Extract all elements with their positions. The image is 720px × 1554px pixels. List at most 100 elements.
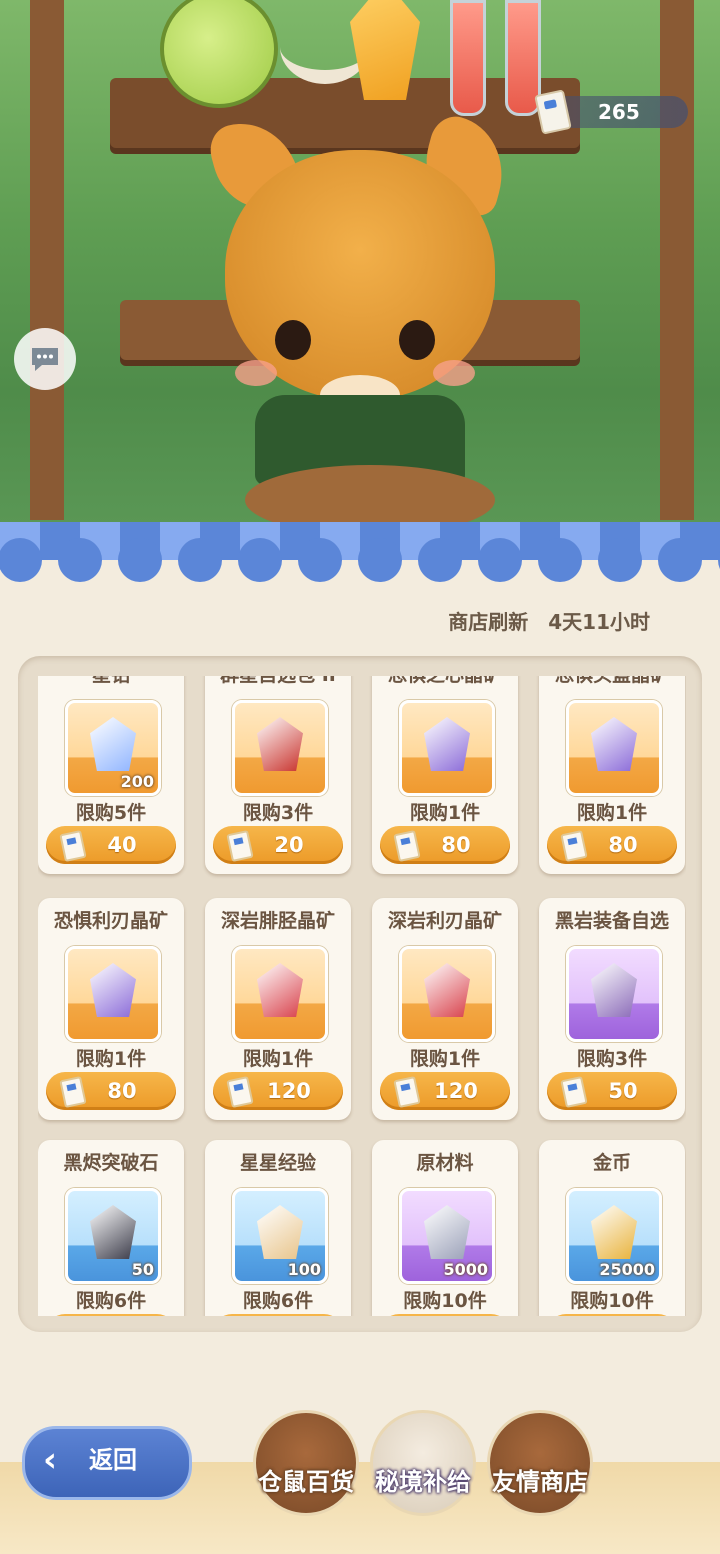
buy-button[interactable]: 40 (46, 826, 176, 864)
ingot-icon: 5000 (399, 1188, 495, 1284)
card-pack-icon (232, 700, 328, 796)
price-value: 20 (274, 833, 304, 857)
item-quantity: 200 (120, 772, 154, 791)
buy-button[interactable] (46, 1314, 176, 1316)
shop-item-card[interactable]: 恐惧利刃晶矿 限购1件 80 (38, 898, 184, 1120)
item-name: 群星自选包 II (205, 676, 351, 687)
currency-counter[interactable]: 265 (534, 89, 688, 135)
buy-button[interactable]: 120 (380, 1072, 510, 1110)
price-value: 80 (107, 1079, 137, 1103)
purple-crystal-icon (399, 700, 495, 796)
shop-item-card[interactable]: 深岩利刃晶矿 限购1件 120 (372, 898, 518, 1120)
tab-friendship-shop[interactable]: 友情商店 (487, 1410, 593, 1516)
shop-item-card[interactable]: 深岩腓胫晶矿 限购1件 120 (205, 898, 351, 1120)
tab-label: 友情商店 (492, 1468, 588, 1496)
wooden-post (30, 0, 64, 520)
shop-item-grid[interactable]: 星钻200限购5件40群星自选包 II限购3件20恐惧之心晶矿限购1件80恐惧头… (38, 676, 686, 1316)
purchase-limit: 限购1件 (75, 1048, 147, 1070)
buy-button[interactable]: 80 (547, 826, 677, 864)
item-name: 恐惧之心晶矿 (372, 676, 518, 687)
shop-item-card[interactable]: 星钻 200 限购5件 40 (38, 676, 184, 874)
wooden-post (660, 0, 694, 520)
item-art (424, 963, 470, 1017)
item-quantity: 50 (131, 1260, 154, 1279)
buy-button[interactable]: 80 (380, 826, 510, 864)
item-name: 黑烬突破石 (63, 1152, 159, 1174)
item-art (591, 963, 637, 1017)
currency-amount: 265 (598, 100, 640, 124)
buy-button[interactable]: 50 (547, 1072, 677, 1110)
item-quantity: 100 (287, 1260, 321, 1279)
price-value: 80 (441, 833, 471, 857)
back-arrow-icon: ‹ (43, 1440, 58, 1480)
back-button[interactable]: ‹ 返回 (22, 1426, 192, 1500)
purple-crystal-icon (566, 700, 662, 796)
purchase-limit: 限购3件 (242, 802, 314, 824)
item-name: 黑岩装备自选 (554, 910, 669, 932)
price-value: 50 (608, 1079, 638, 1103)
item-art (424, 1205, 470, 1259)
shop-item-card[interactable]: 金币 25000 限购10件 (539, 1140, 685, 1316)
purchase-limit: 限购6件 (242, 1290, 314, 1312)
item-quantity: 25000 (599, 1260, 655, 1279)
eye (399, 320, 435, 360)
star-diamond-icon: 200 (65, 700, 161, 796)
purchase-limit: 限购5件 (75, 802, 147, 824)
item-art (591, 717, 637, 771)
refresh-time: 4天11小时 (548, 610, 650, 634)
buy-button[interactable]: 120 (213, 1072, 343, 1110)
item-art (257, 1205, 303, 1259)
shop-item-card[interactable]: 群星自选包 II 限购3件 20 (205, 676, 351, 874)
item-art (591, 1205, 637, 1259)
hamster-shopkeeper[interactable] (204, 111, 516, 430)
breakthrough-stone-icon: 50 (65, 1188, 161, 1284)
game-scene (0, 0, 720, 560)
purchase-limit: 限购1件 (409, 802, 481, 824)
shop-item-card[interactable]: 原材料 5000 限购10件 (372, 1140, 518, 1316)
purchase-limit: 限购1件 (409, 1048, 481, 1070)
price-value: 120 (434, 1079, 478, 1103)
treasure-chest-icon (566, 946, 662, 1042)
buy-button[interactable] (547, 1314, 677, 1316)
purchase-limit: 限购3件 (576, 1048, 648, 1070)
purchase-limit: 限购1件 (576, 802, 648, 824)
item-name: 恐惧头盔晶矿 (539, 676, 685, 687)
cheek (433, 360, 475, 386)
item-art (257, 963, 303, 1017)
ticket-icon (560, 1076, 588, 1108)
ticket-icon (59, 1076, 87, 1108)
shop-item-card[interactable]: 恐惧头盔晶矿限购1件 80 (539, 676, 685, 874)
item-art (90, 963, 136, 1017)
ticket-icon (560, 830, 588, 862)
price-value: 80 (608, 833, 638, 857)
chat-bubble-icon[interactable] (14, 328, 76, 390)
item-name: 星星经验 (239, 1152, 316, 1174)
ticket-icon (393, 1076, 421, 1108)
red-crystal-icon (232, 946, 328, 1042)
purchase-limit: 限购6件 (75, 1290, 147, 1312)
price-value: 120 (267, 1079, 311, 1103)
buy-button[interactable]: 80 (46, 1072, 176, 1110)
item-name: 恐惧利刃晶矿 (53, 910, 168, 932)
buy-button[interactable]: 20 (213, 826, 343, 864)
shop-item-card[interactable]: 恐惧之心晶矿限购1件 80 (372, 676, 518, 874)
item-art (90, 717, 136, 771)
shop-item-card[interactable]: 黑岩装备自选 限购3件 50 (539, 898, 685, 1120)
item-name: 深岩腓胫晶矿 (220, 910, 335, 932)
purchase-limit: 限购10件 (570, 1290, 654, 1312)
ticket-icon (226, 1076, 254, 1108)
price-value: 40 (107, 833, 137, 857)
shop-item-card[interactable]: 星星经验 100 限购6件 (205, 1140, 351, 1316)
eye (275, 320, 311, 360)
item-quantity: 5000 (443, 1260, 488, 1279)
buy-button[interactable] (380, 1314, 510, 1316)
item-art (257, 717, 303, 771)
item-name: 金币 (592, 1152, 631, 1174)
test-tube (450, 0, 486, 116)
shop-item-card[interactable]: 黑烬突破石 50 限购6件 (38, 1140, 184, 1316)
item-name: 深岩利刃晶矿 (387, 910, 502, 932)
item-name: 星钻 (38, 676, 184, 687)
item-art (90, 1205, 136, 1259)
buy-button[interactable] (213, 1314, 343, 1316)
purple-crystal-icon (65, 946, 161, 1042)
